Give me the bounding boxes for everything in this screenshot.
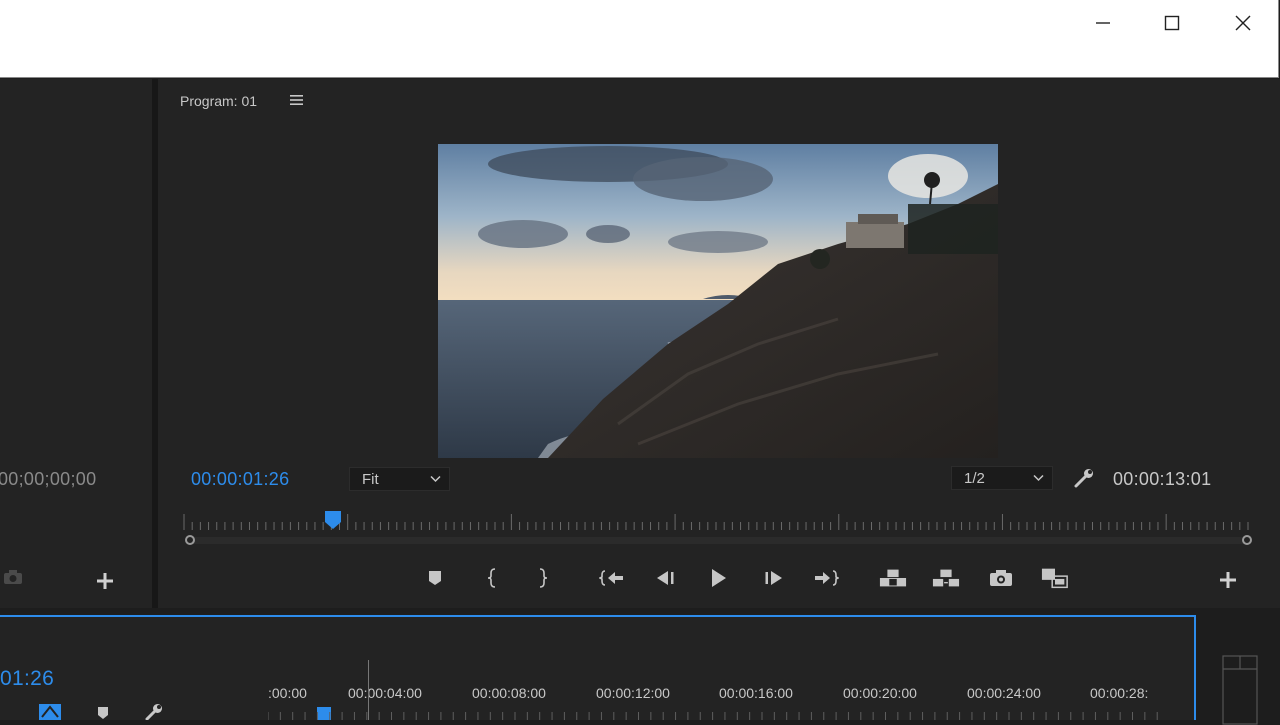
hamburger-icon	[290, 95, 303, 105]
comparison-view-button[interactable]	[1041, 565, 1069, 591]
export-frame-button[interactable]	[987, 565, 1015, 591]
timeline-ruler-label: 00:00:28:	[1090, 685, 1149, 701]
play-icon	[712, 569, 726, 587]
audio-meter-icon	[1222, 655, 1258, 725]
mark-in-icon	[487, 568, 496, 588]
zoom-scroll-bar[interactable]	[190, 537, 1248, 544]
marker-icon[interactable]	[96, 706, 110, 720]
mark-in-button[interactable]	[479, 565, 507, 591]
maximize-button[interactable]	[1149, 8, 1195, 38]
go-to-out-icon	[815, 570, 839, 586]
comparison-view-icon	[1041, 568, 1068, 589]
settings-wrench-icon[interactable]	[144, 702, 164, 720]
timeline-timecode[interactable]: 01:26	[0, 667, 54, 691]
timeline-ruler-label: 00:00:08:00	[472, 685, 546, 701]
minimize-button[interactable]	[1080, 8, 1126, 38]
step-forward-button[interactable]	[760, 565, 788, 591]
zoom-value: Fit	[362, 470, 379, 488]
go-to-in-icon	[599, 570, 623, 586]
close-icon	[1235, 15, 1251, 31]
settings-wrench-icon[interactable]	[1073, 468, 1095, 490]
maximize-icon	[1164, 15, 1180, 31]
program-panel-title[interactable]: Program: 01	[180, 93, 257, 109]
timeline-ruler-label: 00:00:12:00	[596, 685, 670, 701]
extract-button[interactable]	[932, 565, 960, 591]
resolution-dropdown[interactable]: 1/2	[951, 466, 1053, 490]
window-titlebar	[0, 0, 1279, 78]
extract-icon	[932, 569, 960, 587]
timeline-ruler-label: 00:00:20:00	[843, 685, 917, 701]
mark-out-icon	[539, 568, 548, 588]
add-button-icon[interactable]	[96, 572, 114, 590]
step-back-icon	[657, 571, 674, 585]
play-button[interactable]	[704, 565, 732, 591]
zoom-handle-left[interactable]	[185, 535, 195, 545]
timeline-ruler-label: 00:00:24:00	[967, 685, 1041, 701]
source-timecode[interactable]: 00;00;00;00	[0, 469, 96, 490]
close-button[interactable]	[1220, 8, 1266, 38]
program-current-timecode[interactable]: 00:00:01:26	[191, 469, 289, 490]
lift-button[interactable]	[879, 565, 907, 591]
minimize-icon	[1096, 22, 1110, 24]
audio-meters-panel	[1198, 615, 1280, 725]
panel-menu-button[interactable]	[290, 93, 304, 110]
program-duration-timecode[interactable]: 00:00:13:01	[1113, 469, 1211, 490]
timeline-ruler-label: 00:00:04:00	[348, 685, 422, 701]
timeline-ruler-ticks	[268, 712, 1158, 720]
source-monitor-panel: 00;00;00;00	[0, 79, 152, 608]
go-to-in-button[interactable]	[598, 565, 626, 591]
timeline-ruler-label: :00:00	[268, 685, 307, 701]
timeline-ruler-label: 00:00:16:00	[719, 685, 793, 701]
zoom-handle-right[interactable]	[1242, 535, 1252, 545]
chevron-down-icon	[1033, 474, 1044, 482]
snap-icon[interactable]	[38, 703, 62, 720]
chevron-down-icon	[430, 475, 441, 483]
add-marker-button[interactable]	[421, 565, 449, 591]
marker-icon	[429, 571, 441, 585]
playhead[interactable]	[323, 510, 343, 530]
export-frame-icon	[990, 570, 1012, 586]
camera-icon[interactable]	[3, 569, 23, 585]
video-preview-image	[438, 144, 998, 458]
timeline-panel[interactable]	[0, 615, 1196, 720]
lift-icon	[879, 569, 907, 587]
step-back-button[interactable]	[651, 565, 679, 591]
program-video-frame[interactable]	[438, 144, 998, 458]
mark-out-button[interactable]	[528, 565, 556, 591]
go-to-out-button[interactable]	[812, 565, 840, 591]
add-button-icon[interactable]	[1219, 571, 1237, 589]
resolution-value: 1/2	[964, 469, 985, 487]
step-forward-icon	[765, 571, 782, 585]
zoom-dropdown[interactable]: Fit	[349, 467, 450, 491]
